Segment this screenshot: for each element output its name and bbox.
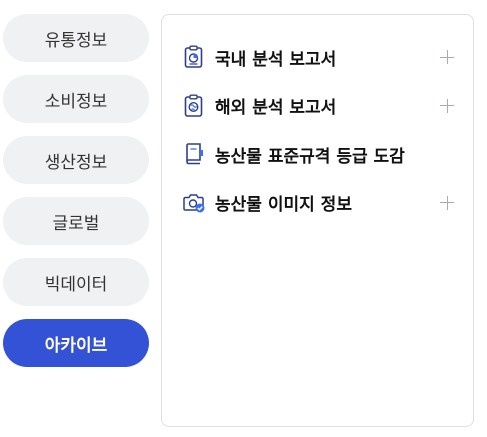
submenu-label: 농산물 표준규격 등급 도감 [215, 146, 405, 167]
global-report-icon [182, 94, 206, 118]
archive-submenu-panel: 국내 분석 보고서 해외 분석 보고서 농산물 표준규격 등급 도감 농산물 이… [161, 14, 474, 427]
expand-plus-icon[interactable] [440, 98, 454, 113]
submenu-label: 농산물 이미지 정보 [215, 195, 352, 215]
submenu-label: 국내 분석 보고서 [215, 49, 337, 70]
standard-guide-book-icon [182, 142, 206, 166]
domestic-report-icon [182, 45, 206, 69]
submenu-list: 국내 분석 보고서 해외 분석 보고서 농산물 표준규격 등급 도감 농산물 이… [182, 41, 454, 235]
submenu-item-standard-guide[interactable]: 농산물 표준규격 등급 도감 [182, 138, 454, 170]
category-tab-bigdata[interactable]: 빅데이터 [3, 258, 149, 306]
category-tab-global[interactable]: 글로벌 [3, 197, 149, 245]
camera-check-icon [182, 191, 206, 215]
submenu-item-global-report[interactable]: 해외 분석 보고서 [182, 90, 454, 122]
expand-plus-icon[interactable] [440, 50, 454, 64]
submenu-label: 해외 분석 보고서 [215, 98, 337, 118]
submenu-item-image-info[interactable]: 농산물 이미지 정보 [182, 187, 454, 219]
category-tabs: 유통정보 소비정보 생산정보 글로벌 빅데이터 아카이브 [3, 14, 149, 367]
archive-menu-widget: 유통정보 소비정보 생산정보 글로벌 빅데이터 아카이브 국내 분석 보고서 해… [0, 0, 487, 437]
expand-plus-icon[interactable] [440, 195, 454, 210]
submenu-item-domestic-report[interactable]: 국내 분석 보고서 [182, 41, 454, 73]
category-tab-archive[interactable]: 아카이브 [3, 319, 149, 367]
category-tab-consumption[interactable]: 소비정보 [3, 75, 149, 123]
category-tab-production[interactable]: 생산정보 [3, 136, 149, 184]
category-tab-distribution[interactable]: 유통정보 [3, 14, 149, 62]
